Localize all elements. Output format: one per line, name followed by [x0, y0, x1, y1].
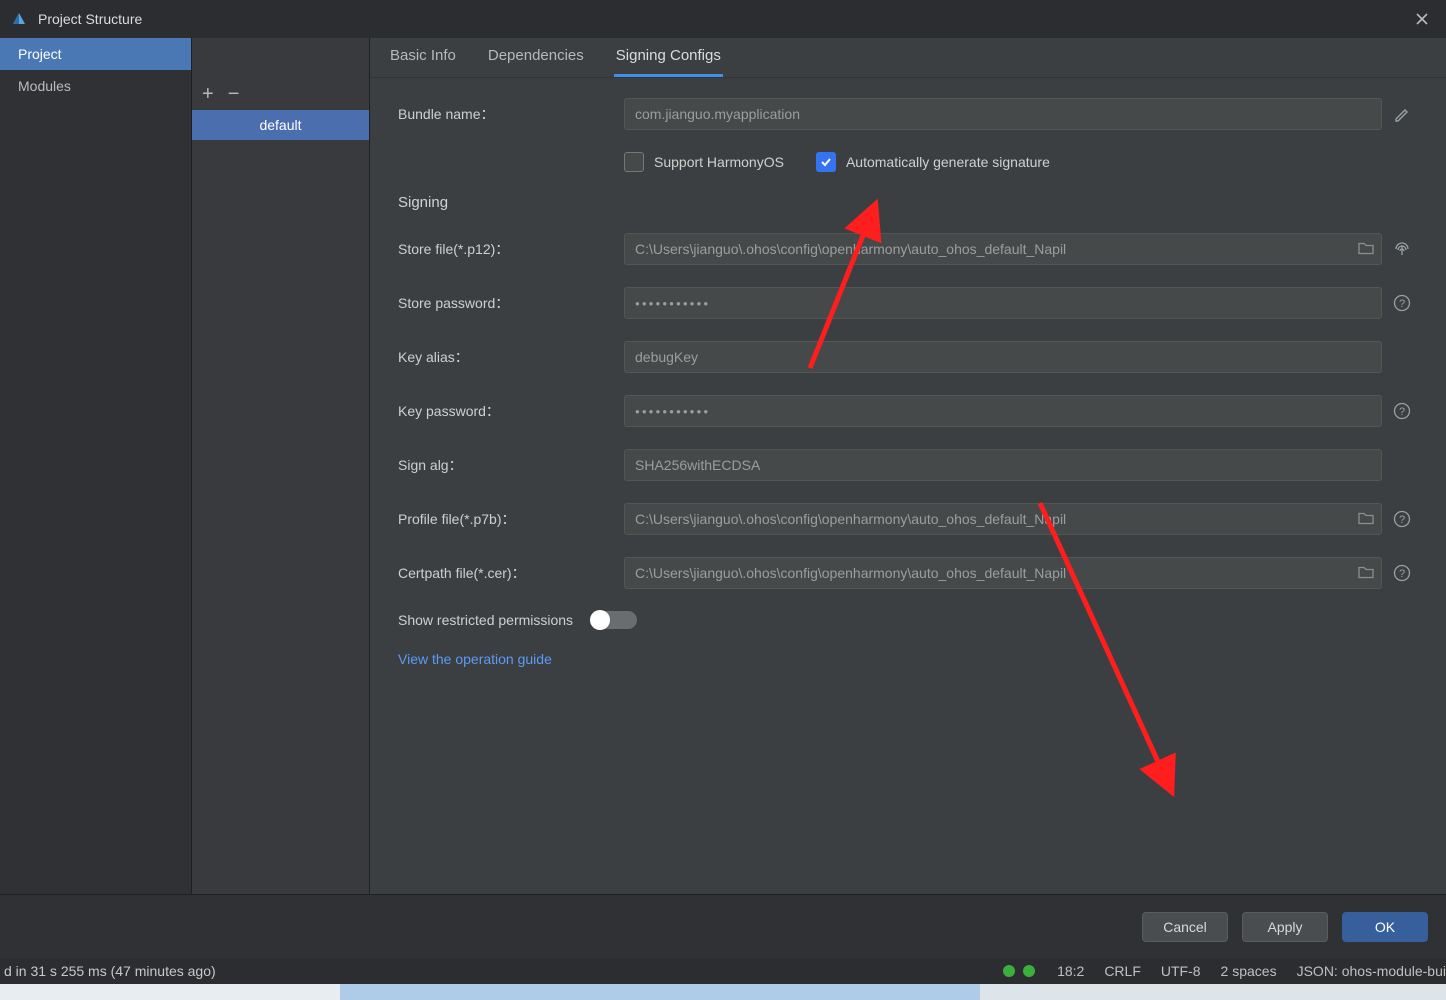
operation-guide-link[interactable]: View the operation guide	[398, 651, 552, 667]
certpath-file-label: Certpath file(*.cer)：	[398, 563, 624, 583]
svg-text:?: ?	[1399, 514, 1405, 526]
folder-icon[interactable]	[1358, 511, 1374, 528]
os-taskbar	[0, 984, 1446, 1000]
folder-icon[interactable]	[1358, 241, 1374, 258]
config-list-panel: + − default	[192, 38, 370, 894]
checkbox-empty-icon	[624, 152, 644, 172]
support-harmonyos-checkbox[interactable]: Support HarmonyOS	[624, 152, 784, 172]
help-icon[interactable]: ?	[1382, 510, 1422, 528]
status-indent[interactable]: 2 spaces	[1221, 963, 1277, 979]
sidebar-item-label: Modules	[18, 78, 71, 94]
checkbox-checked-icon	[816, 152, 836, 172]
svg-text:?: ?	[1399, 568, 1405, 580]
profile-file-label: Profile file(*.p7b)：	[398, 509, 624, 529]
certpath-file-input[interactable]	[624, 557, 1382, 589]
fingerprint-icon[interactable]	[1382, 239, 1422, 259]
svg-text:?: ?	[1399, 298, 1405, 310]
left-sidebar: Project Modules	[0, 38, 192, 894]
profile-file-input[interactable]	[624, 503, 1382, 535]
add-config-button[interactable]: +	[202, 84, 214, 104]
tab-bar: Basic Info Dependencies Signing Configs	[370, 38, 1446, 78]
restricted-perms-label: Show restricted permissions	[398, 612, 573, 628]
status-encoding[interactable]: UTF-8	[1161, 963, 1201, 979]
help-icon[interactable]: ?	[1382, 294, 1422, 312]
status-cursor[interactable]: 18:2	[1057, 963, 1084, 979]
checkbox-label: Automatically generate signature	[846, 154, 1050, 170]
bundle-name-label: Bundle name：	[398, 104, 624, 124]
key-password-input[interactable]	[624, 395, 1382, 427]
remove-config-button[interactable]: −	[228, 84, 240, 104]
help-icon[interactable]: ?	[1382, 564, 1422, 582]
tab-basic-info[interactable]: Basic Info	[388, 47, 458, 77]
svg-text:?: ?	[1399, 406, 1405, 418]
signing-section-header: Signing	[398, 194, 1422, 211]
close-icon[interactable]	[1408, 5, 1436, 33]
store-file-input[interactable]	[624, 233, 1382, 265]
restricted-perms-toggle[interactable]	[591, 611, 637, 629]
checkbox-label: Support HarmonyOS	[654, 154, 784, 170]
sidebar-item-project[interactable]: Project	[0, 38, 191, 70]
help-icon[interactable]: ?	[1382, 402, 1422, 420]
ok-button[interactable]: OK	[1342, 912, 1428, 942]
status-message: d in 31 s 255 ms (47 minutes ago)	[4, 963, 991, 979]
sign-alg-input[interactable]	[624, 449, 1382, 481]
folder-icon[interactable]	[1358, 565, 1374, 582]
sign-alg-label: Sign alg：	[398, 455, 624, 475]
config-row-label: default	[259, 117, 301, 133]
window-title: Project Structure	[38, 11, 1408, 27]
status-crlf[interactable]: CRLF	[1104, 963, 1141, 979]
apply-button[interactable]: Apply	[1242, 912, 1328, 942]
store-password-input[interactable]	[624, 287, 1382, 319]
status-lang[interactable]: JSON: ohos-module-bui	[1297, 963, 1446, 979]
sidebar-item-label: Project	[18, 46, 62, 62]
bundle-name-input[interactable]	[624, 98, 1382, 130]
edit-bundle-icon[interactable]	[1382, 105, 1422, 123]
store-file-label: Store file(*.p12)：	[398, 239, 624, 259]
store-password-label: Store password：	[398, 293, 624, 313]
tab-dependencies[interactable]: Dependencies	[486, 47, 586, 77]
key-password-label: Key password：	[398, 401, 624, 421]
config-row-default[interactable]: default	[192, 110, 369, 140]
cancel-button[interactable]: Cancel	[1142, 912, 1228, 942]
sidebar-item-modules[interactable]: Modules	[0, 70, 191, 102]
key-alias-label: Key alias：	[398, 347, 624, 367]
status-bar: d in 31 s 255 ms (47 minutes ago) 18:2 C…	[0, 958, 1446, 984]
key-alias-input[interactable]	[624, 341, 1382, 373]
auto-gen-signature-checkbox[interactable]: Automatically generate signature	[816, 152, 1050, 172]
app-icon	[10, 10, 28, 28]
status-dot-icon	[1023, 965, 1035, 977]
tab-signing-configs[interactable]: Signing Configs	[614, 47, 723, 77]
status-dot-icon	[1003, 965, 1015, 977]
